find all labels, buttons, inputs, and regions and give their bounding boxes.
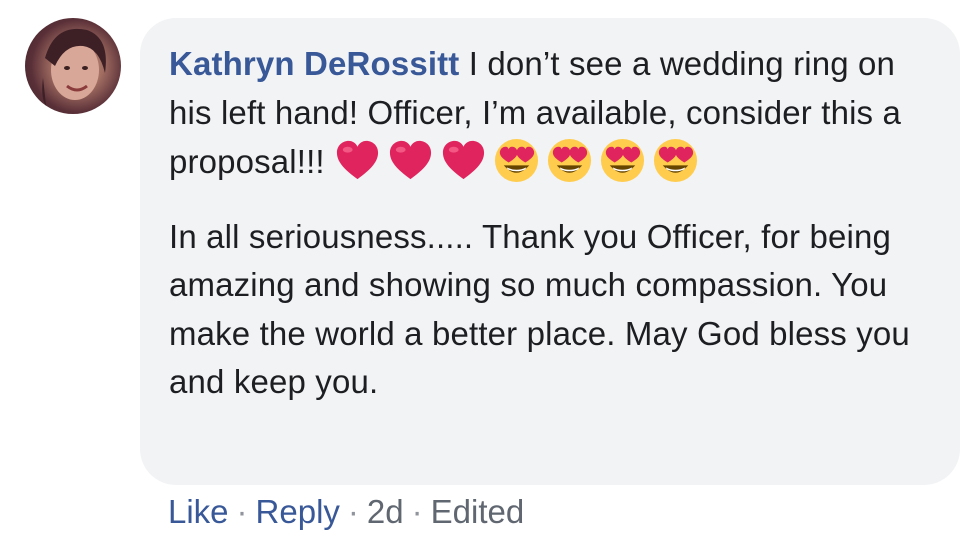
emoji-group xyxy=(334,138,705,183)
heart-icon xyxy=(440,137,487,184)
like-button[interactable]: Like xyxy=(168,493,229,530)
comment-body: Kathryn DeRossitt I don’t see a wedding … xyxy=(169,40,930,187)
comment-text-paragraph2: In all seriousness..... Thank you Office… xyxy=(169,217,910,401)
avatar[interactable] xyxy=(25,18,121,114)
separator: · xyxy=(411,493,423,530)
heart-eyes-icon xyxy=(599,137,646,184)
edited-label[interactable]: Edited xyxy=(431,493,525,530)
heart-eyes-icon xyxy=(652,137,699,184)
heart-eyes-icon xyxy=(493,137,540,184)
avatar-photo xyxy=(42,28,106,114)
separator: · xyxy=(236,493,248,530)
heart-eyes-icon xyxy=(546,137,593,184)
author-name[interactable]: Kathryn DeRossitt xyxy=(169,45,459,82)
comment: Kathryn DeRossitt I don’t see a wedding … xyxy=(0,0,980,551)
heart-icon xyxy=(334,137,381,184)
reply-button[interactable]: Reply xyxy=(256,493,340,530)
comment-bubble: Kathryn DeRossitt I don’t see a wedding … xyxy=(140,18,960,485)
heart-icon xyxy=(387,137,434,184)
separator: · xyxy=(347,493,359,530)
comment-actions: Like · Reply · 2d · Edited xyxy=(168,490,524,534)
timestamp[interactable]: 2d xyxy=(367,493,404,530)
